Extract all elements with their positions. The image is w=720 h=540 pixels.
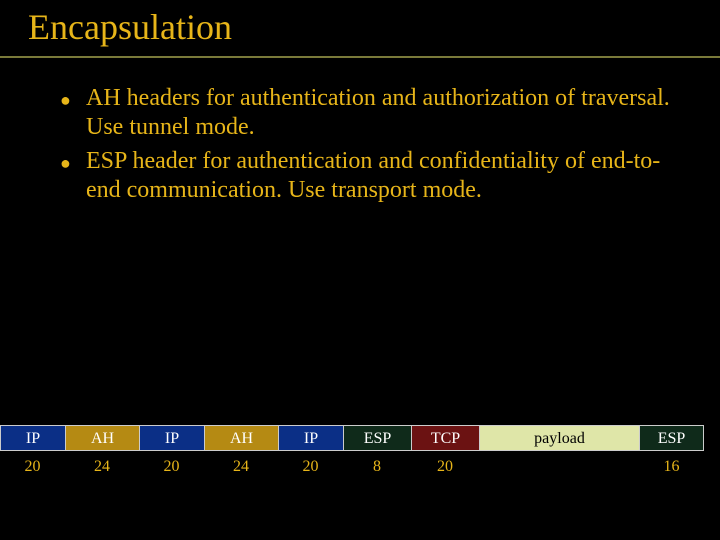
bullet-item: ● ESP header for authentication and conf… xyxy=(60,147,690,206)
packet-cell-ah: AH xyxy=(204,425,278,451)
packet-size: 20 xyxy=(411,458,479,482)
bullet-dot-icon: ● xyxy=(60,84,86,143)
packet-cell-ah: AH xyxy=(65,425,139,451)
packet-cell-payload: payload xyxy=(479,425,639,451)
packet-size: 20 xyxy=(0,458,65,482)
packet-cell-ip: IP xyxy=(278,425,343,451)
packet-diagram: IPAHIPAHIPESPTCPpayloadESP xyxy=(0,425,720,451)
packet-cell-tcp: TCP xyxy=(411,425,479,451)
packet-size: 20 xyxy=(139,458,204,482)
bullet-dot-icon: ● xyxy=(60,147,86,206)
packet-size: 16 xyxy=(639,458,704,482)
slide-title: Encapsulation xyxy=(28,6,232,48)
packet-size: 20 xyxy=(278,458,343,482)
title-underline xyxy=(0,56,720,58)
packet-cell-ip: IP xyxy=(139,425,204,451)
bullet-text: ESP header for authentication and confid… xyxy=(86,147,690,206)
bullet-text: AH headers for authentication and author… xyxy=(86,84,690,143)
packet-cell-esp: ESP xyxy=(343,425,411,451)
packet-cell-ip: IP xyxy=(0,425,65,451)
bullet-item: ● AH headers for authentication and auth… xyxy=(60,84,690,143)
packet-size: 24 xyxy=(65,458,139,482)
packet-cell-esp: ESP xyxy=(639,425,704,451)
packet-size xyxy=(479,458,639,482)
slide: Encapsulation ● AH headers for authentic… xyxy=(0,0,720,540)
packet-size: 24 xyxy=(204,458,278,482)
packet-size: 8 xyxy=(343,458,411,482)
bullet-list: ● AH headers for authentication and auth… xyxy=(60,84,690,209)
packet-sizes: 202420242082016 xyxy=(0,458,720,482)
